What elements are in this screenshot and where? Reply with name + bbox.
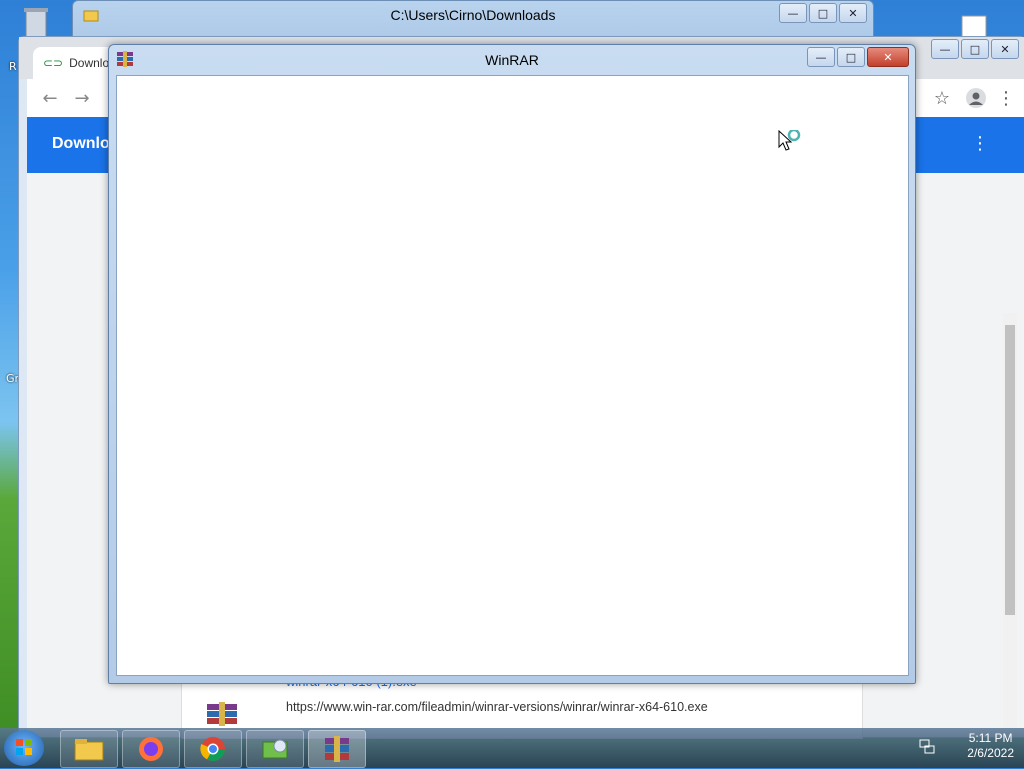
window-title: WinRAR xyxy=(485,52,539,68)
menu-icon[interactable]: ⋮ xyxy=(993,85,1019,111)
back-icon[interactable]: ← xyxy=(37,85,63,111)
winrar-client-area xyxy=(116,75,909,676)
clock-time: 5:11 PM xyxy=(968,731,1013,745)
download-url[interactable]: https://www.win-rar.com/fileadmin/winrar… xyxy=(286,700,708,714)
network-icon[interactable] xyxy=(918,738,936,759)
clock-date: 2/6/2022 xyxy=(967,746,1014,760)
busy-cursor-icon xyxy=(778,128,806,157)
maximize-button[interactable]: □ xyxy=(809,3,837,23)
minimize-button[interactable]: — xyxy=(779,3,807,23)
tab-label: Downlo xyxy=(69,56,110,70)
winrar-file-icon xyxy=(206,702,238,729)
minimize-button[interactable]: — xyxy=(807,47,835,67)
bookmark-star-icon[interactable]: ☆ xyxy=(929,85,955,111)
maximize-button[interactable]: □ xyxy=(961,39,989,59)
profile-icon[interactable] xyxy=(963,85,989,111)
clock[interactable]: 5:11 PM 2/6/2022 xyxy=(967,731,1014,761)
taskbar-chrome-icon[interactable] xyxy=(184,730,242,768)
taskbar: 5:11 PM 2/6/2022 xyxy=(0,728,1024,768)
page-title: Downlo xyxy=(52,135,110,152)
window-title: C:\Users\Cirno\Downloads xyxy=(390,7,556,23)
scrollbar-thumb[interactable] xyxy=(1005,325,1015,615)
desktop-label: R xyxy=(9,60,17,73)
taskbar-winrar-icon[interactable] xyxy=(308,730,366,768)
taskbar-firefox-icon[interactable] xyxy=(122,730,180,768)
minimize-button[interactable]: — xyxy=(931,39,959,59)
maximize-button[interactable]: □ xyxy=(837,47,865,67)
scrollbar[interactable] xyxy=(1003,313,1017,733)
close-button[interactable]: ✕ xyxy=(839,3,867,23)
forward-icon[interactable]: → xyxy=(69,85,95,111)
more-options-icon[interactable]: ⋮ xyxy=(971,133,989,154)
close-button[interactable]: ✕ xyxy=(867,47,909,67)
start-button[interactable] xyxy=(4,730,44,766)
downloads-icon: ⊂⊃ xyxy=(43,56,64,70)
taskbar-explorer-icon[interactable] xyxy=(60,730,118,768)
taskbar-installer-icon[interactable] xyxy=(246,730,304,768)
close-button[interactable]: ✕ xyxy=(991,39,1019,59)
